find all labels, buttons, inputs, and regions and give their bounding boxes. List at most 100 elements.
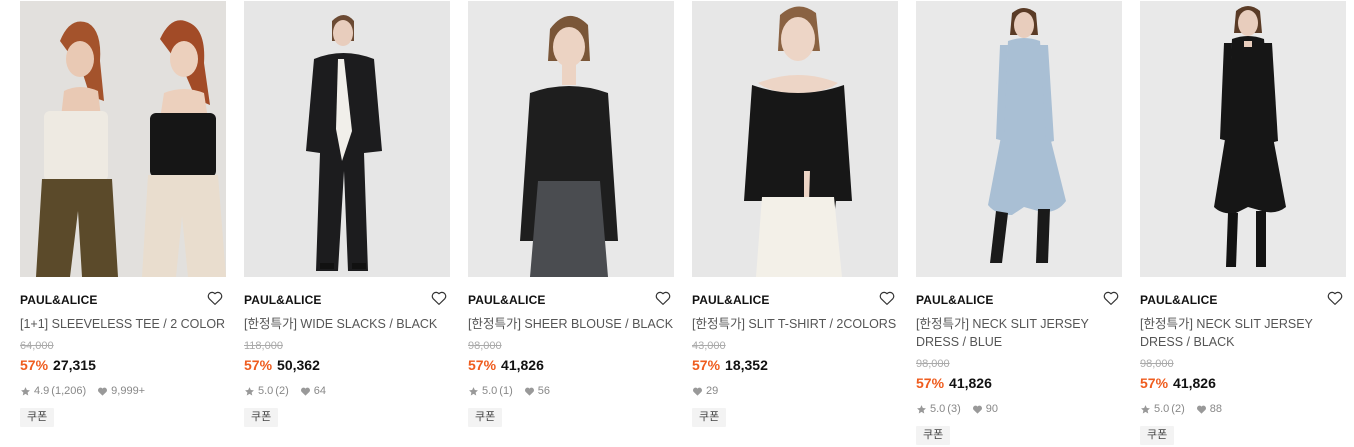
like-count: 90	[985, 403, 998, 415]
sale-price-row: 57% 18,352	[692, 357, 768, 373]
star-icon	[20, 386, 31, 397]
coupon-badge: 쿠폰	[692, 408, 727, 427]
product-card[interactable]: PAUL&ALICE [한정특가] NECK SLIT JERSEY DRESS…	[1140, 1, 1346, 447]
sale-price: 18,352	[725, 357, 768, 373]
product-image[interactable]	[692, 1, 898, 277]
product-image[interactable]	[20, 1, 226, 277]
product-card[interactable]: PAUL&ALICE [1+1] SLEEVELESS TEE / 2 COLO…	[20, 1, 226, 447]
likes-group: 56	[524, 385, 550, 397]
brand-name[interactable]: PAUL&ALICE	[20, 293, 97, 307]
product-meta: 5.0 (2) 64	[244, 385, 337, 397]
product-card[interactable]: PAUL&ALICE [한정특가] NECK SLIT JERSEY DRESS…	[916, 1, 1122, 447]
original-price: 98,000	[1140, 358, 1174, 370]
product-name[interactable]: [한정특가] SHEER BLOUSE / BLACK	[468, 315, 674, 333]
heart-outline-icon[interactable]	[654, 289, 672, 307]
discount-rate: 57%	[244, 357, 273, 373]
product-card[interactable]: PAUL&ALICE [한정특가] WIDE SLACKS / BLACK 11…	[244, 1, 450, 447]
rating-value: 5.0	[482, 385, 498, 397]
review-count: (2)	[1171, 403, 1185, 415]
brand-name[interactable]: PAUL&ALICE	[916, 293, 993, 307]
heart-outline-icon[interactable]	[430, 289, 448, 307]
sale-price: 41,826	[501, 357, 544, 373]
product-card[interactable]: PAUL&ALICE [한정특가] SLIT T-SHIRT / 2COLORS…	[692, 1, 898, 447]
product-image[interactable]	[244, 1, 450, 277]
discount-rate: 57%	[916, 375, 945, 391]
rating-group: 5.0 (1)	[468, 385, 513, 397]
product-image[interactable]	[1140, 1, 1346, 277]
review-count: (1,206)	[51, 385, 87, 397]
review-count: (1)	[499, 385, 513, 397]
star-icon	[916, 404, 927, 415]
product-photo	[916, 1, 1122, 277]
discount-rate: 57%	[468, 357, 497, 373]
rating-group: 5.0 (3)	[916, 403, 961, 415]
heart-icon	[692, 386, 703, 397]
like-count: 29	[706, 385, 719, 397]
heart-icon	[524, 386, 535, 397]
product-photo	[20, 1, 226, 277]
brand-name[interactable]: PAUL&ALICE	[244, 293, 321, 307]
likes-group: 88	[1196, 403, 1222, 415]
brand-name[interactable]: PAUL&ALICE	[692, 293, 769, 307]
likes-group: 64	[300, 385, 326, 397]
sale-price-row: 57% 27,315	[20, 357, 96, 373]
product-meta: 5.0 (3) 90	[916, 403, 1009, 415]
product-photo	[1140, 1, 1346, 277]
like-count: 64	[313, 385, 326, 397]
heart-outline-icon[interactable]	[206, 289, 224, 307]
product-image[interactable]	[468, 1, 674, 277]
original-price: 118,000	[244, 340, 283, 352]
rating-value: 5.0	[1154, 403, 1170, 415]
product-name[interactable]: [한정특가] NECK SLIT JERSEY DRESS / BLUE	[916, 315, 1122, 351]
heart-outline-icon[interactable]	[1102, 289, 1120, 307]
discount-rate: 57%	[692, 357, 721, 373]
heart-icon	[1196, 404, 1207, 415]
sale-price: 50,362	[277, 357, 320, 373]
star-icon	[1140, 404, 1151, 415]
heart-icon	[97, 386, 108, 397]
coupon-badge: 쿠폰	[20, 408, 55, 427]
rating-group: 4.9 (1,206)	[20, 385, 86, 397]
review-count: (2)	[275, 385, 289, 397]
sale-price: 41,826	[949, 375, 992, 391]
review-count: (3)	[947, 403, 961, 415]
likes-group: 9,999+	[97, 385, 145, 397]
like-count: 88	[1209, 403, 1222, 415]
star-icon	[244, 386, 255, 397]
product-image[interactable]	[916, 1, 1122, 277]
discount-rate: 57%	[1140, 375, 1169, 391]
heart-icon	[300, 386, 311, 397]
sale-price-row: 57% 50,362	[244, 357, 320, 373]
product-name[interactable]: [1+1] SLEEVELESS TEE / 2 COLOR	[20, 315, 226, 333]
sale-price-row: 57% 41,826	[1140, 375, 1216, 391]
like-count: 56	[537, 385, 550, 397]
product-card[interactable]: PAUL&ALICE [한정특가] SHEER BLOUSE / BLACK 9…	[468, 1, 674, 447]
product-photo	[244, 1, 450, 277]
original-price: 98,000	[916, 358, 950, 370]
product-meta: 5.0 (2) 88	[1140, 403, 1233, 415]
product-name[interactable]: [한정특가] NECK SLIT JERSEY DRESS / BLACK	[1140, 315, 1346, 351]
rating-group: 5.0 (2)	[1140, 403, 1185, 415]
coupon-badge: 쿠폰	[468, 408, 503, 427]
discount-rate: 57%	[20, 357, 49, 373]
product-photo	[692, 1, 898, 277]
rating-value: 5.0	[258, 385, 274, 397]
sale-price: 27,315	[53, 357, 96, 373]
product-photo	[468, 1, 674, 277]
brand-name[interactable]: PAUL&ALICE	[1140, 293, 1217, 307]
likes-group: 29	[692, 385, 718, 397]
brand-name[interactable]: PAUL&ALICE	[468, 293, 545, 307]
rating-value: 4.9	[34, 385, 50, 397]
product-meta: 4.9 (1,206) 9,999+	[20, 385, 156, 397]
rating-value: 5.0	[930, 403, 946, 415]
heart-outline-icon[interactable]	[878, 289, 896, 307]
product-name[interactable]: [한정특가] SLIT T-SHIRT / 2COLORS	[692, 315, 898, 333]
heart-icon	[972, 404, 983, 415]
product-meta: 29	[692, 385, 729, 397]
product-name[interactable]: [한정특가] WIDE SLACKS / BLACK	[244, 315, 450, 333]
likes-group: 90	[972, 403, 998, 415]
coupon-badge: 쿠폰	[1140, 426, 1175, 445]
sale-price-row: 57% 41,826	[916, 375, 992, 391]
heart-outline-icon[interactable]	[1326, 289, 1344, 307]
original-price: 98,000	[468, 340, 502, 352]
